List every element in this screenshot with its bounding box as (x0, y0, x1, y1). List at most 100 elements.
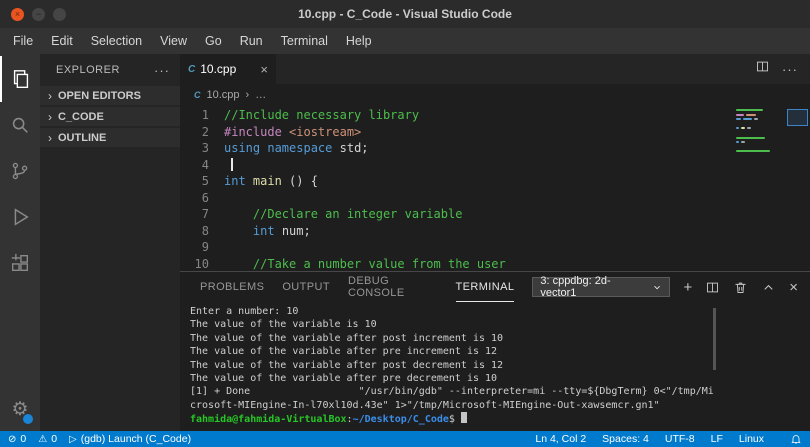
menu-item-terminal[interactable]: Terminal (272, 28, 337, 54)
terminal-scrollbar[interactable] (713, 308, 716, 370)
line-content: //Take a number value from the user (224, 256, 506, 271)
workbench: ⚙ EXPLORER ··· › OPEN EDITORS › C_CODE › OUTL… (0, 54, 810, 431)
status-lf[interactable]: LF (711, 433, 723, 445)
terminal-line: The value of the variable after pre decr… (190, 373, 498, 385)
code-line[interactable]: 8 int num; (180, 223, 730, 240)
menu-item-run[interactable]: Run (231, 28, 272, 54)
status-debug[interactable]: ▷ (gdb) Launch (C_Code) (69, 433, 191, 445)
status-linux[interactable]: Linux (739, 433, 764, 445)
status-right: Ln 4, Col 2 Spaces: 4 UTF-8 LF Linux (535, 433, 764, 445)
menu-item-help[interactable]: Help (337, 28, 381, 54)
section-label: OUTLINE (58, 131, 107, 144)
close-window-button[interactable]: × (11, 7, 24, 21)
terminal-line: The value of the variable is 10 (190, 319, 377, 331)
source-control-icon[interactable] (0, 148, 40, 194)
panel-tab-output[interactable]: OUTPUT (282, 272, 330, 302)
sidebar-title: EXPLORER (56, 64, 120, 76)
extensions-icon[interactable] (0, 240, 40, 286)
tab-label: 10.cpp (200, 62, 237, 76)
sidebar-header: EXPLORER ··· (40, 54, 180, 86)
code-line[interactable]: 2 #include <iostream> (180, 124, 730, 141)
run-debug-icon[interactable] (0, 194, 40, 240)
sidebar-more-actions-icon[interactable]: ··· (154, 63, 170, 78)
status-warning[interactable]: ⚠ 0 (38, 433, 57, 445)
line-content: int main () { (224, 174, 318, 188)
search-icon[interactable] (0, 102, 40, 148)
terminal-line: crosoft-MIEngine-In-l70xl10d.43e" 1>"/tm… (190, 399, 660, 411)
section-open-editors[interactable]: › OPEN EDITORS (40, 86, 180, 105)
menu-item-selection[interactable]: Selection (82, 28, 151, 54)
notifications-bell-icon[interactable] (790, 433, 802, 445)
panel-tab-terminal[interactable]: TERMINAL (455, 272, 515, 302)
status-error[interactable]: ⊘ 0 (8, 433, 26, 445)
bottom-panel: PROBLEMS OUTPUT DEBUG CONSOLE TERMINAL 3: c… (180, 271, 810, 431)
minimize-window-button[interactable]: − (32, 7, 45, 21)
section-c-code[interactable]: › C_CODE (40, 107, 180, 126)
menu-item-file[interactable]: File (4, 28, 42, 54)
code-line[interactable]: 6 (180, 190, 730, 207)
panel-tab-debug-console[interactable]: DEBUG CONSOLE (348, 272, 438, 302)
menu-item-view[interactable]: View (151, 28, 196, 54)
code-line[interactable]: 5 int main () { (180, 173, 730, 190)
editor-group: C 10.cpp × ··· C 10.cpp › … 1//Include n… (180, 54, 810, 431)
line-number: 8 (201, 223, 209, 238)
terminal-line: The value of the variable after post inc… (190, 332, 504, 344)
line-content: using namespace std; (224, 141, 369, 155)
editor-more-actions-icon[interactable]: ··· (782, 62, 798, 77)
tab-10cpp[interactable]: C 10.cpp × (180, 54, 276, 84)
code-line[interactable]: 4 (180, 157, 730, 174)
panel-tab-problems[interactable]: PROBLEMS (200, 272, 264, 302)
code-editor[interactable]: 1 //Include necessary library 2 #include <i… (180, 106, 810, 271)
line-number: 10 (194, 256, 209, 271)
line-number: 4 (201, 157, 209, 172)
line-number: 1 (201, 108, 209, 122)
line-number: 5 (201, 174, 209, 188)
line-content (224, 157, 233, 174)
breadcrumb-file[interactable]: 10.cpp (207, 89, 240, 101)
error-icon: ⊘ (8, 433, 17, 445)
status-ln-4-col-2[interactable]: Ln 4, Col 2 (535, 433, 586, 445)
split-editor-icon[interactable] (755, 59, 770, 79)
explorer-icon[interactable] (0, 56, 40, 102)
maximize-panel-icon[interactable] (761, 280, 776, 295)
terminal-output: Enter a number: 10 The value of the varia… (190, 305, 810, 427)
minimap[interactable] (734, 109, 808, 271)
close-panel-icon[interactable]: × (789, 280, 798, 295)
activity-bar: ⚙ (0, 54, 40, 431)
menu-item-go[interactable]: Go (196, 28, 231, 54)
panel-tabs: PROBLEMS OUTPUT DEBUG CONSOLE TERMINAL (200, 272, 532, 302)
kill-terminal-icon[interactable] (733, 280, 748, 295)
section-label: C_CODE (58, 110, 104, 123)
line-number: 6 (201, 190, 209, 205)
minimap-slider[interactable] (787, 109, 808, 126)
warning-icon: ⚠ (38, 433, 48, 445)
line-number: 9 (201, 240, 209, 254)
section-outline[interactable]: › OUTLINE (40, 128, 180, 147)
split-terminal-icon[interactable] (705, 280, 720, 295)
settings-badge (22, 413, 34, 425)
window-controls: × − (0, 7, 66, 21)
status-spaces-4[interactable]: Spaces: 4 (602, 433, 649, 445)
terminal-selector[interactable]: 3: cppdbg: 2d-vector1 (532, 275, 671, 299)
line-number: 3 (201, 141, 209, 155)
sidebar-sections: › OPEN EDITORS › C_CODE › OUTLINE (40, 86, 180, 149)
maximize-window-button[interactable] (53, 7, 66, 21)
code-line[interactable]: 1 //Include necessary library (180, 107, 730, 124)
new-terminal-icon[interactable]: + (683, 280, 692, 295)
editor-actions: ··· (755, 54, 810, 84)
close-tab-icon[interactable]: × (260, 62, 268, 77)
menu-item-edit[interactable]: Edit (42, 28, 82, 54)
status-label: 0 (51, 433, 58, 445)
code-line[interactable]: 10 //Take a number value from the user (180, 256, 730, 272)
status-utf-8[interactable]: UTF-8 (665, 433, 695, 445)
code-line[interactable]: 7 //Declare an integer variable (180, 206, 730, 223)
breadcrumb-symbol[interactable]: … (255, 89, 266, 101)
section-label: OPEN EDITORS (58, 89, 141, 102)
code-line[interactable]: 3 using namespace std; (180, 140, 730, 157)
code-line[interactable]: 9 (180, 239, 730, 256)
breadcrumb: C 10.cpp › … (180, 84, 810, 106)
panel-header: PROBLEMS OUTPUT DEBUG CONSOLE TERMINAL 3: c… (180, 272, 810, 302)
settings-gear-icon[interactable]: ⚙ (0, 391, 40, 427)
status-label: 0 (20, 433, 27, 445)
chevron-right-icon: › (48, 130, 52, 145)
